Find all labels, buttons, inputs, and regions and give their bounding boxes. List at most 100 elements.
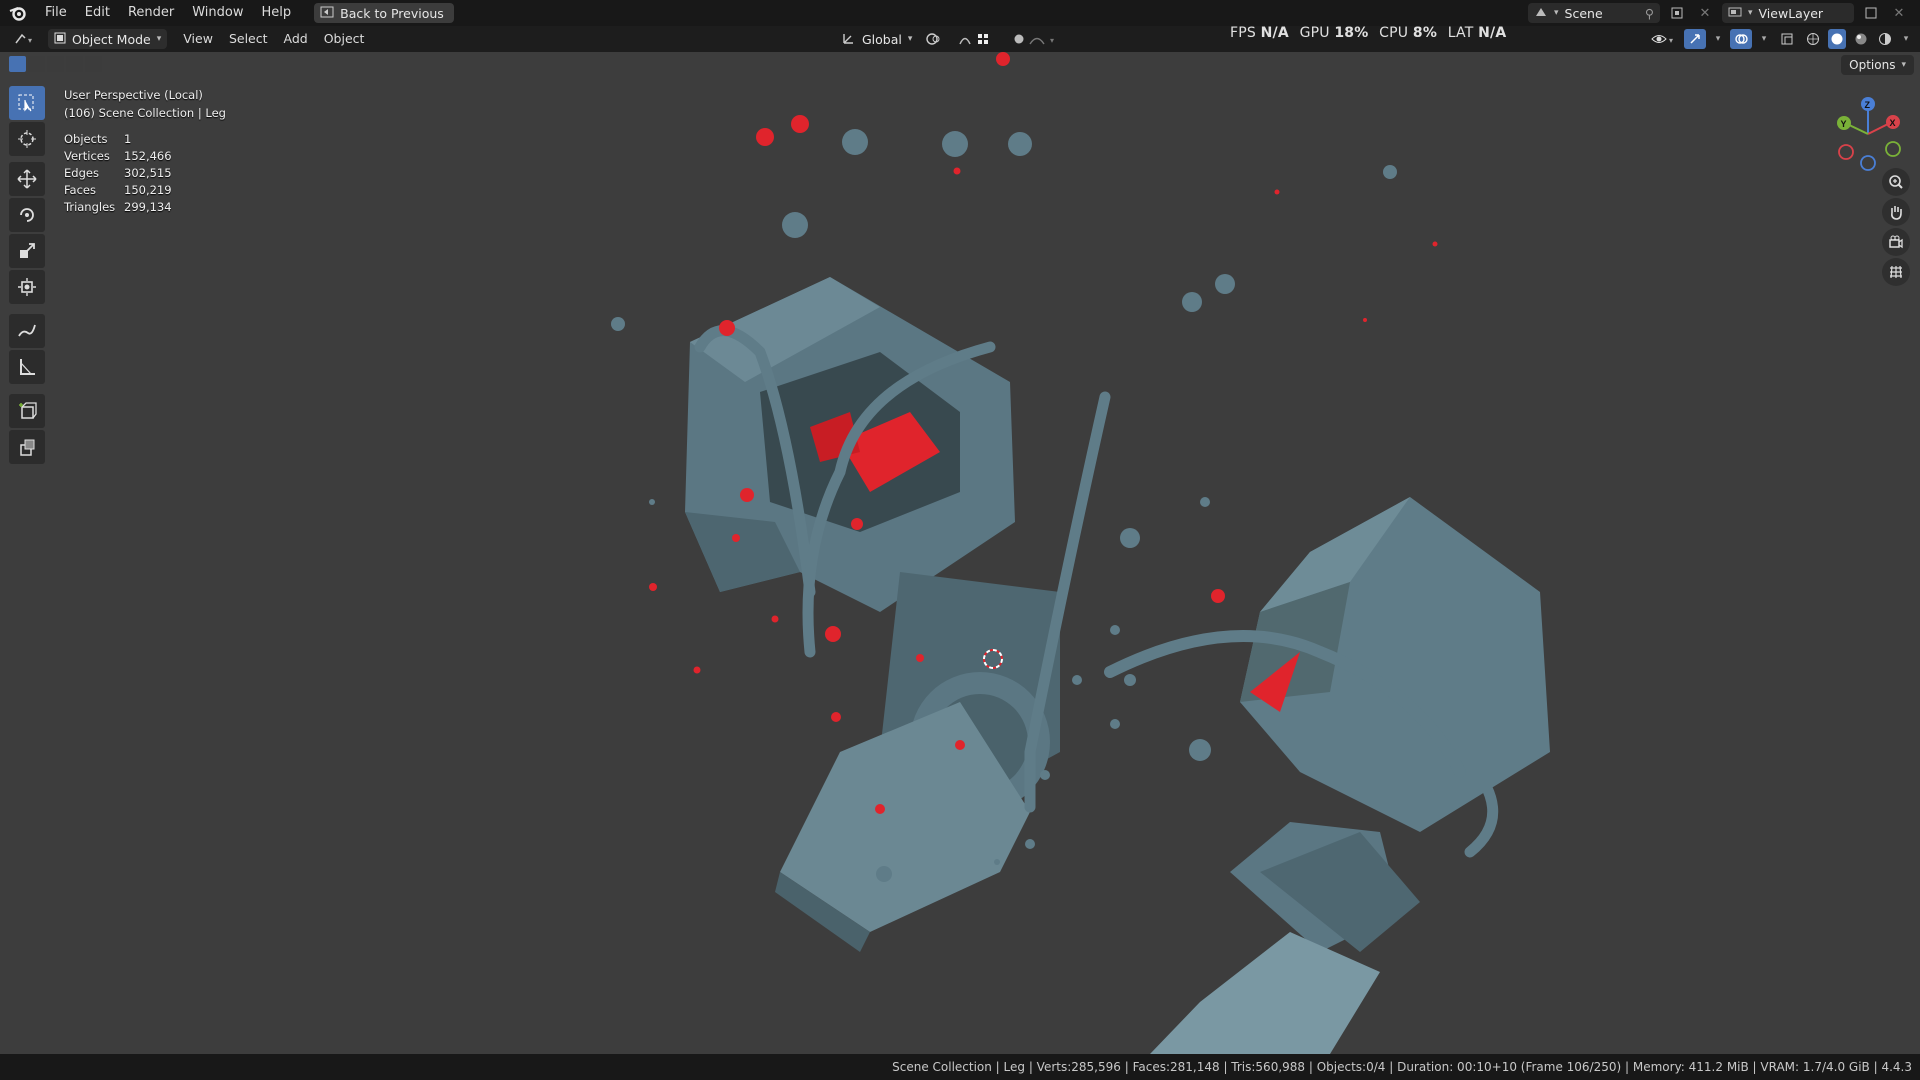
- chevron-down-icon[interactable]: ▾: [1758, 29, 1770, 49]
- transform-orientation-dropdown[interactable]: Global ▾: [836, 29, 918, 49]
- close-icon[interactable]: ✕: [1888, 3, 1910, 23]
- gizmo-z-label: Z: [1865, 100, 1871, 110]
- stat-row: Objects 1: [64, 131, 172, 148]
- rendered-shading-icon[interactable]: [1876, 29, 1894, 49]
- stat-row: Vertices 152,466: [64, 148, 172, 165]
- select-intersect-mode[interactable]: [85, 56, 102, 72]
- top-menu-bar: File Edit Render Window Help Back to Pre…: [0, 0, 1920, 26]
- stat-label: Vertices: [64, 149, 110, 163]
- add-cube-icon[interactable]: [9, 394, 45, 428]
- zoom-icon[interactable]: [1882, 168, 1910, 196]
- menu-edit[interactable]: Edit: [76, 0, 119, 26]
- orientation-icon: [842, 31, 856, 48]
- gizmo-y-label: Y: [1841, 119, 1847, 129]
- fps-label: FPS: [1230, 25, 1256, 41]
- status-bar-text: Scene Collection | Leg | Verts:285,596 |…: [892, 1060, 1912, 1074]
- new-view-layer-icon[interactable]: [1860, 3, 1882, 23]
- orientation-label: Global: [862, 31, 902, 47]
- wireframe-shading-icon[interactable]: [1804, 29, 1822, 49]
- hand-icon[interactable]: [1882, 198, 1910, 226]
- scene-selector[interactable]: ▾ Scene ⚲: [1528, 3, 1660, 23]
- transform-icon[interactable]: [9, 270, 45, 304]
- options-dropdown[interactable]: Options ▾: [1841, 55, 1914, 75]
- view-layer-selector[interactable]: ▾ ViewLayer: [1722, 3, 1854, 23]
- editor-type-icon[interactable]: ▾: [10, 29, 40, 49]
- select-extend-mode[interactable]: [28, 56, 45, 72]
- header-menu-add[interactable]: Add: [276, 26, 316, 52]
- select-box-icon[interactable]: [9, 86, 45, 120]
- menu-help[interactable]: Help: [253, 0, 301, 26]
- blender-logo-icon[interactable]: [0, 0, 36, 26]
- chevron-down-icon[interactable]: ▾: [1900, 29, 1912, 49]
- rotate-icon[interactable]: [9, 198, 45, 232]
- menu-render[interactable]: Render: [119, 0, 183, 26]
- scene-statistics: Objects 1 Vertices 152,466 Edges 302,515 Fa…: [64, 131, 172, 216]
- svg-text:▾: ▾: [1050, 36, 1054, 45]
- navigation-gizmo[interactable]: Z X Y: [1830, 92, 1910, 172]
- object-mode-dropdown[interactable]: Object Mode ▾: [48, 29, 168, 49]
- chevron-down-icon[interactable]: ▾: [1712, 29, 1724, 49]
- gizmo-icon[interactable]: [1684, 29, 1706, 49]
- header-menu-view[interactable]: View: [175, 26, 221, 52]
- menu-file[interactable]: File: [36, 0, 76, 26]
- back-to-previous-button[interactable]: Back to Previous: [314, 3, 454, 23]
- scale-icon[interactable]: [9, 234, 45, 268]
- chevron-down-icon: ▾: [1554, 8, 1559, 18]
- gpu-label: GPU: [1299, 25, 1330, 41]
- camera-icon[interactable]: [1882, 228, 1910, 256]
- pin-icon[interactable]: ⚲: [1645, 6, 1654, 21]
- annotate-icon[interactable]: [9, 314, 45, 348]
- gpu-value: 18%: [1334, 25, 1369, 41]
- leg-model-left: [685, 277, 1111, 952]
- new-scene-icon[interactable]: [1666, 3, 1688, 23]
- grid-icon[interactable]: [1882, 258, 1910, 286]
- stat-value: 152,466: [124, 149, 172, 163]
- stat-value: 150,219: [124, 183, 172, 197]
- 3d-viewport[interactable]: Options ▾ Z X Y: [0, 52, 1920, 1054]
- cursor-icon[interactable]: [9, 122, 45, 156]
- measure-icon[interactable]: [9, 350, 45, 384]
- overlay-icon[interactable]: [1730, 29, 1752, 49]
- selection-mode-buttons: [9, 56, 102, 72]
- header-menu-object[interactable]: Object: [316, 26, 373, 52]
- header-menu-select[interactable]: Select: [221, 26, 276, 52]
- visibility-icon[interactable]: ▾: [1648, 29, 1678, 49]
- options-label: Options: [1849, 58, 1896, 72]
- select-invert-mode[interactable]: [66, 56, 83, 72]
- material-shading-icon[interactable]: [1852, 29, 1870, 49]
- extrude-icon[interactable]: [9, 430, 45, 464]
- select-subtract-mode[interactable]: [47, 56, 64, 72]
- chevron-down-icon: ▾: [1901, 60, 1906, 70]
- move-icon[interactable]: [9, 162, 45, 196]
- view-layer-name: ViewLayer: [1758, 5, 1824, 21]
- status-bar: Scene Collection | Leg | Verts:285,596 |…: [0, 1054, 1920, 1080]
- lat-value: N/A: [1478, 25, 1507, 41]
- leg-model-right: [1104, 497, 1550, 1054]
- stat-value: 299,134: [124, 200, 172, 214]
- pivot-icon[interactable]: [922, 29, 950, 49]
- select-new-mode[interactable]: [9, 56, 26, 72]
- chevron-down-icon: ▾: [156, 34, 162, 44]
- xray-icon[interactable]: [1776, 29, 1798, 49]
- object-mode-icon: [54, 32, 66, 47]
- solid-shading-icon[interactable]: [1828, 29, 1846, 49]
- snap-icon[interactable]: [956, 29, 1004, 49]
- stat-row: Edges 302,515: [64, 165, 172, 182]
- stat-value: 1: [124, 132, 132, 146]
- chevron-down-icon: ▾: [907, 34, 913, 44]
- stat-label: Edges: [64, 166, 99, 180]
- fps-value: N/A: [1260, 25, 1289, 41]
- proportional-icon[interactable]: ▾: [1010, 29, 1070, 49]
- scene-name: Scene: [1564, 5, 1603, 21]
- close-icon[interactable]: ✕: [1694, 3, 1716, 23]
- cpu-value: 8%: [1412, 25, 1438, 41]
- view-name: User Perspective (Local): [64, 88, 203, 102]
- view-layer-icon: [1728, 6, 1742, 21]
- gizmo-x-label: X: [1890, 118, 1896, 128]
- viewport-info-overlay: User Perspective (Local) (106) Scene Col…: [64, 86, 226, 122]
- stat-row: Faces 150,219: [64, 182, 172, 199]
- tool-shelf: [9, 86, 45, 464]
- collection-line: (106) Scene Collection | Leg: [64, 106, 226, 120]
- lat-label: LAT: [1447, 25, 1474, 41]
- menu-window[interactable]: Window: [183, 0, 252, 26]
